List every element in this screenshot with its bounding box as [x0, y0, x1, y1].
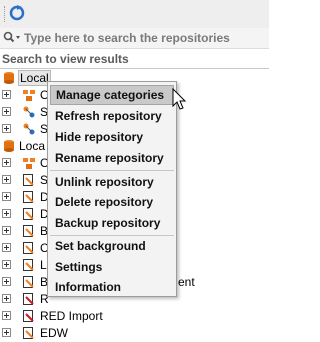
- repository-icon: [23, 276, 34, 288]
- database-icon: [4, 140, 14, 152]
- expand-icon[interactable]: [2, 243, 11, 252]
- toolbar-grip: [4, 6, 6, 22]
- category-icon: [23, 90, 35, 101]
- search-results-label: Search to view results: [2, 52, 129, 66]
- repository-icon: [23, 259, 34, 271]
- expand-icon[interactable]: [2, 209, 11, 218]
- expand-icon[interactable]: [2, 311, 11, 320]
- repository-icon: [23, 208, 34, 220]
- tree-label[interactable]: Local: [18, 70, 51, 86]
- repository-icon: [23, 327, 34, 339]
- category-icon: [23, 158, 35, 169]
- tree-label[interactable]: EDW: [40, 326, 68, 340]
- menu-item-refresh-repository[interactable]: Refresh repository: [50, 106, 174, 126]
- expand-icon[interactable]: [2, 277, 11, 286]
- menu-item-rename-repository[interactable]: Rename repository: [50, 148, 174, 168]
- expand-icon[interactable]: [2, 192, 11, 201]
- tree-label-trailing: ent: [178, 275, 195, 289]
- expand-icon[interactable]: [2, 158, 11, 167]
- menu-item-delete-repository[interactable]: Delete repository: [50, 192, 174, 212]
- source-icon: [23, 106, 35, 118]
- repository-icon: [23, 242, 34, 254]
- context-menu: Manage categories Refresh repository Hid…: [47, 81, 177, 297]
- menu-item-manage-categories[interactable]: Manage categories: [50, 85, 174, 105]
- mouse-cursor-icon: [172, 88, 187, 110]
- menu-item-set-background[interactable]: Set background: [50, 236, 174, 256]
- menu-separator: [50, 170, 174, 171]
- menu-item-backup-repository[interactable]: Backup repository: [50, 213, 174, 233]
- search-icon: [3, 31, 20, 43]
- toolbar: [0, 0, 269, 29]
- expand-icon[interactable]: [2, 175, 11, 184]
- red-repository-icon: [23, 310, 34, 322]
- expand-icon[interactable]: [2, 107, 11, 116]
- divider: [0, 68, 269, 69]
- tree-label[interactable]: L: [40, 258, 47, 272]
- expand-icon[interactable]: [2, 294, 11, 303]
- expand-icon[interactable]: [2, 226, 11, 235]
- repository-icon: [23, 191, 34, 203]
- expand-icon[interactable]: [2, 124, 11, 133]
- red-repository-icon: [23, 293, 34, 305]
- menu-item-settings[interactable]: Settings: [50, 257, 174, 277]
- expand-icon[interactable]: [2, 260, 11, 269]
- search-placeholder[interactable]: Type here to search the repositories: [24, 31, 230, 45]
- repository-icon: [23, 174, 34, 186]
- repository-icon: [23, 225, 34, 237]
- menu-item-hide-repository[interactable]: Hide repository: [50, 127, 174, 147]
- tree-row[interactable]: RED Import: [0, 308, 269, 325]
- tree-label[interactable]: RED Import: [40, 309, 103, 323]
- expand-icon[interactable]: [2, 328, 11, 337]
- menu-item-information[interactable]: Information: [50, 277, 174, 297]
- search-bar[interactable]: Type here to search the repositories: [0, 28, 269, 49]
- database-icon: [4, 72, 14, 84]
- menu-item-unlink-repository[interactable]: Unlink repository: [50, 172, 174, 192]
- tree-label[interactable]: Loca: [19, 139, 45, 153]
- refresh-icon[interactable]: [8, 4, 26, 22]
- expand-icon[interactable]: [2, 90, 11, 99]
- source-icon: [23, 123, 35, 135]
